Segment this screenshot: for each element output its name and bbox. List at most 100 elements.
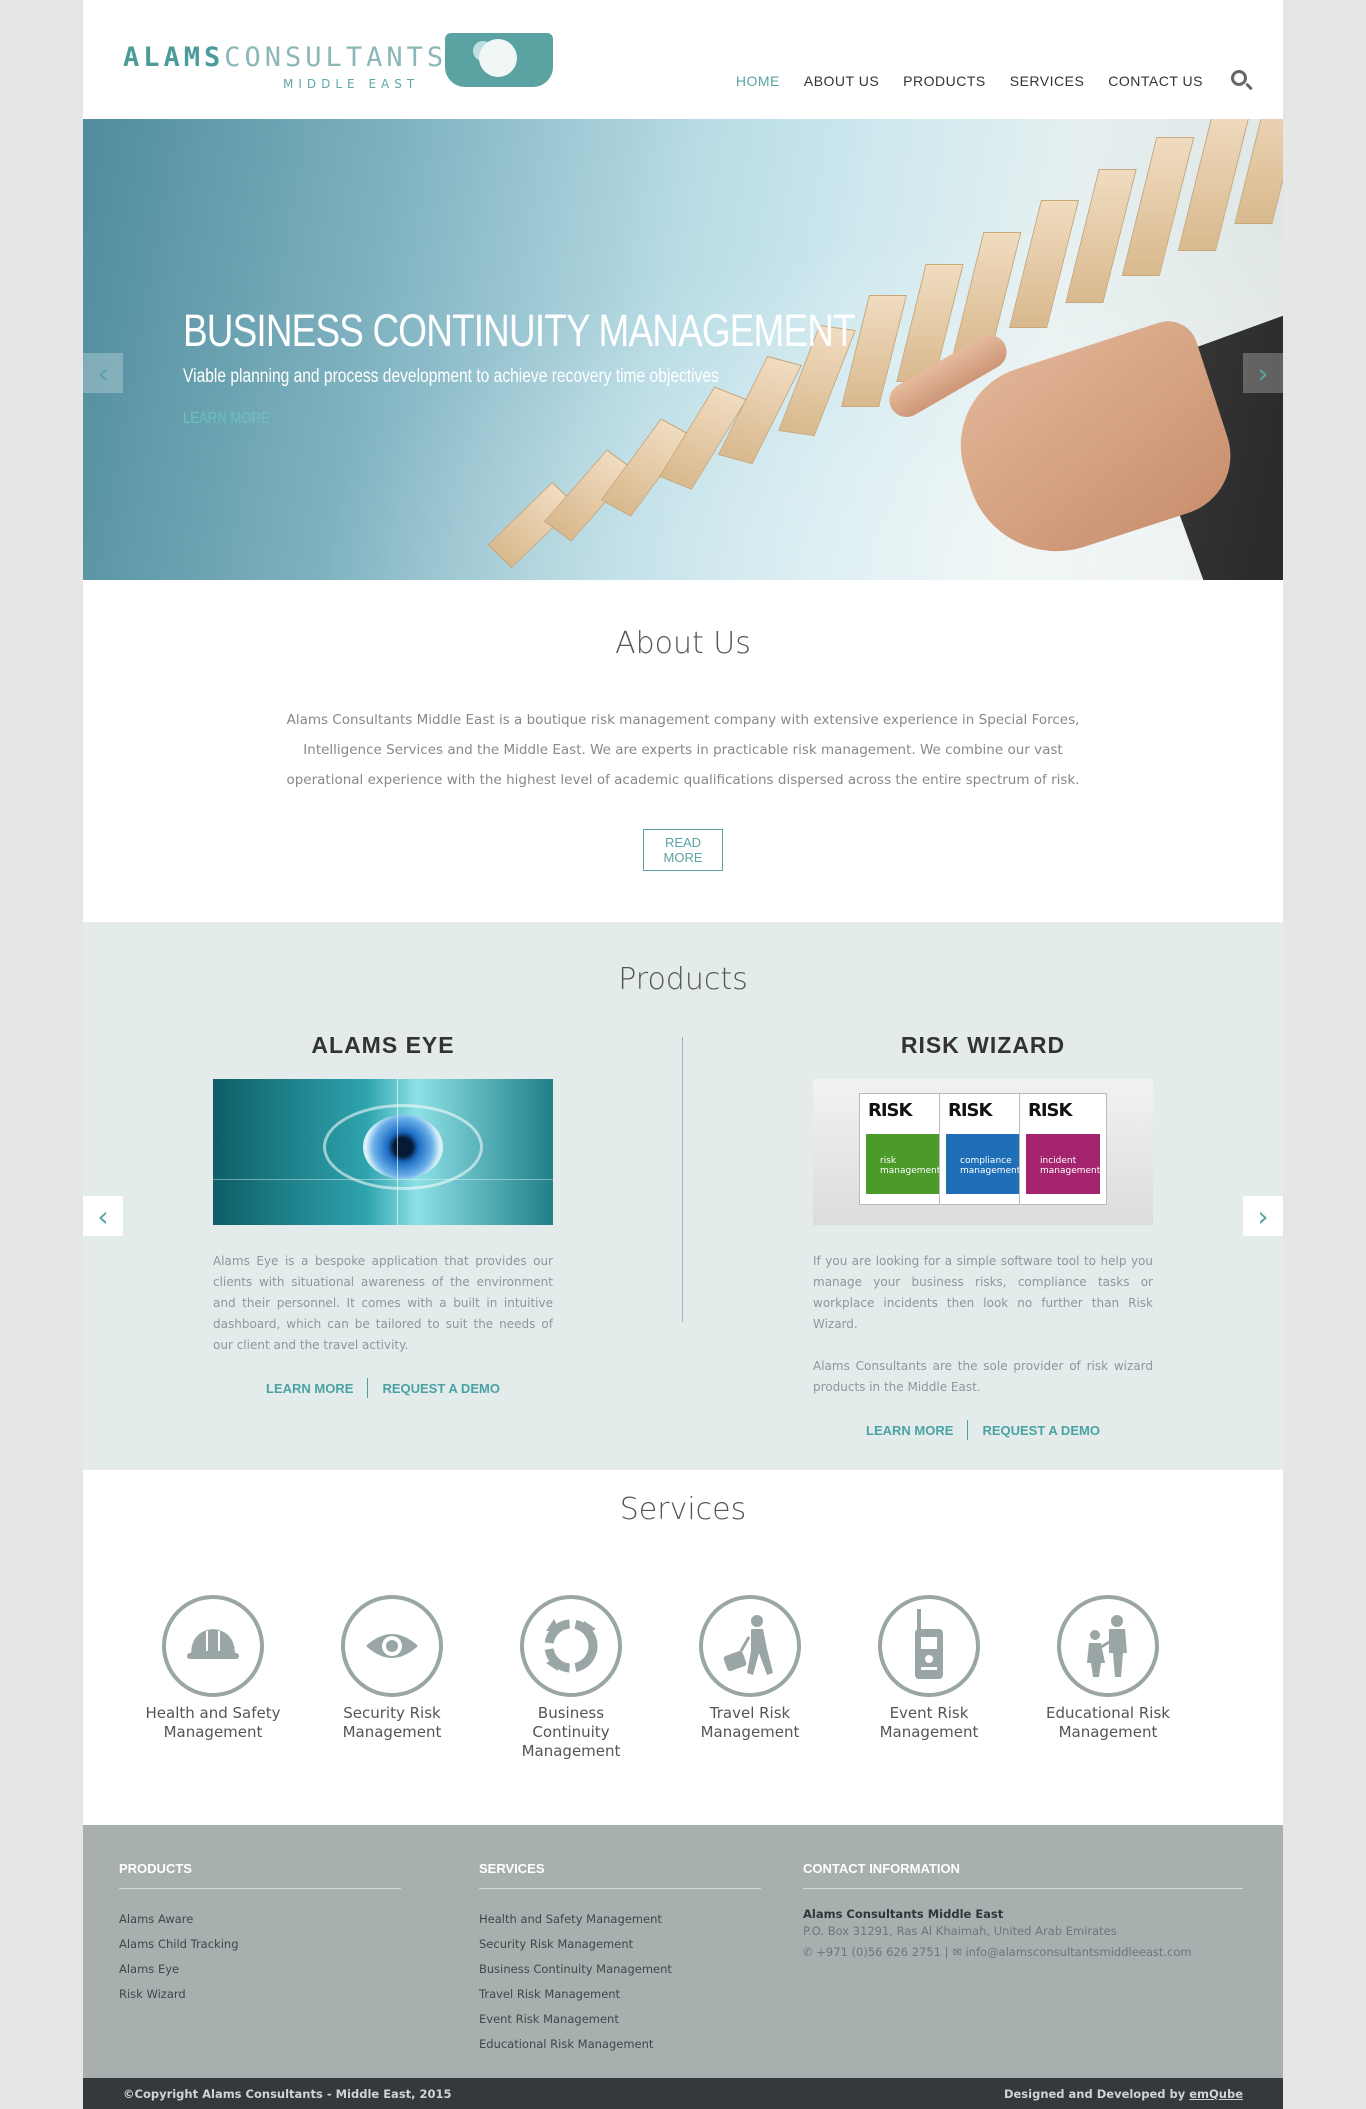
footer-link[interactable]: Health and Safety Management — [479, 1907, 761, 1932]
credit-link[interactable]: emQube — [1189, 2087, 1243, 2101]
bottom-bar: ©Copyright Alams Consultants - Middle Ea… — [83, 2078, 1283, 2109]
alams-eye-image — [213, 1079, 553, 1225]
products-section: Products ALAMS EYE Alams Eye is a bespok… — [83, 922, 1283, 1470]
product-links: LEARN MORE REQUEST A DEMO — [213, 1378, 553, 1398]
service-label: Event Risk Management — [879, 1704, 979, 1741]
footer-link[interactable]: Alams Eye — [119, 1957, 401, 1982]
product-name: ALAMS EYE — [311, 1032, 455, 1058]
footer-products-column: PRODUCTS Alams Aware Alams Child Trackin… — [119, 1861, 401, 2007]
product-description: If you are looking for a simple software… — [813, 1251, 1153, 1398]
about-title: About Us — [615, 626, 751, 661]
risk-wizard-image: RISK risk management RISK compliance man… — [813, 1079, 1153, 1225]
services-title: Services — [619, 1492, 747, 1527]
service-label: Travel Risk Management — [700, 1704, 800, 1741]
footer-link[interactable]: Educational Risk Management — [479, 2032, 761, 2057]
hero-title: BUSINESS CONTINUITY MANAGEMENT — [183, 305, 856, 356]
service-security-risk[interactable]: Security Risk Management — [302, 1595, 482, 1742]
mail-icon: ✉ — [952, 1945, 962, 1959]
footer-link[interactable]: Travel Risk Management — [479, 1982, 761, 2007]
eye-icon — [341, 1595, 443, 1697]
footer-phone[interactable]: +971 (0)56 626 2751 — [816, 1945, 941, 1959]
walkie-talkie-icon — [878, 1595, 980, 1697]
service-business-continuity[interactable]: Business Continuity Management — [481, 1595, 661, 1761]
hero-prev-arrow[interactable]: ‹ — [83, 353, 123, 393]
risk-box: RISK risk management — [859, 1093, 947, 1205]
footer-link[interactable]: Risk Wizard — [119, 1982, 401, 2007]
hero-next-arrow[interactable]: › — [1243, 353, 1283, 393]
service-label: Security Risk Management — [342, 1704, 442, 1741]
products-next-arrow[interactable]: › — [1243, 1196, 1283, 1236]
product-links: LEARN MORE REQUEST A DEMO — [813, 1420, 1153, 1440]
logo-wordmark: ALAMSCONSULTANTS — [123, 42, 448, 73]
products-prev-arrow[interactable]: ‹ — [83, 1196, 123, 1236]
product-paragraph: If you are looking for a simple software… — [813, 1254, 1153, 1331]
footer-contact-heading: CONTACT INFORMATION — [803, 1861, 1243, 1889]
copyright: ©Copyright Alams Consultants - Middle Ea… — [123, 2087, 452, 2101]
read-more-button[interactable]: READ MORE — [643, 829, 723, 871]
learn-more-link[interactable]: LEARN MORE — [852, 1423, 967, 1438]
credit-prefix: Designed and Developed by — [1003, 2087, 1186, 2101]
footer-link[interactable]: Security Risk Management — [479, 1932, 761, 1957]
learn-more-link[interactable]: LEARN MORE — [252, 1381, 367, 1396]
service-label: Health and Safety Management — [145, 1704, 281, 1741]
chevron-left-icon: ‹ — [97, 1199, 109, 1233]
logo[interactable]: ALAMSCONSULTANTS MIDDLE EAST — [123, 33, 553, 93]
services-section: Services Health and Safety Management Sec… — [83, 1470, 1283, 1825]
nav-products[interactable]: PRODUCTS — [903, 73, 986, 89]
request-demo-link[interactable]: REQUEST A DEMO — [368, 1381, 514, 1396]
product-description: Alams Eye is a bespoke application that … — [213, 1251, 553, 1356]
request-demo-link[interactable]: REQUEST A DEMO — [968, 1423, 1114, 1438]
hero-subtitle: Viable planning and process development … — [183, 366, 719, 387]
chevron-right-icon: › — [1257, 356, 1269, 390]
footer-contact-line: ✆ +971 (0)56 626 2751 | ✉ info@alamscons… — [803, 1945, 1192, 1959]
nav-home[interactable]: HOME — [736, 73, 780, 89]
product-paragraph: Alams Eye is a bespoke application that … — [213, 1254, 553, 1352]
product-alams-eye: ALAMS EYE Alams Eye is a bespoke applica… — [213, 1032, 553, 1398]
hero-learn-more-link[interactable]: LEARN MORE — [183, 410, 270, 428]
service-educational-risk[interactable]: Educational Risk Management — [1018, 1595, 1198, 1742]
service-health-safety[interactable]: Health and Safety Management — [123, 1595, 303, 1742]
service-event-risk[interactable]: Event Risk Management — [839, 1595, 1019, 1742]
footer-services-column: SERVICES Health and Safety Management Se… — [479, 1861, 761, 2057]
nav-contact-us[interactable]: CONTACT US — [1108, 73, 1203, 89]
incident-box: RISK incident management — [1019, 1093, 1107, 1205]
product-paragraph: Alams Consultants are the sole provider … — [813, 1359, 1153, 1394]
parent-child-icon — [1057, 1595, 1159, 1697]
product-name: RISK WIZARD — [900, 1032, 1066, 1058]
products-divider — [682, 1037, 683, 1322]
service-label: Educational Risk Management — [1046, 1704, 1170, 1741]
logo-subtitle: MIDDLE EAST — [283, 77, 420, 91]
main-nav: HOME ABOUT US PRODUCTS SERVICES CONTACT … — [712, 66, 1283, 96]
traveler-luggage-icon — [699, 1595, 801, 1697]
credit: Designed and Developed by emQube — [1004, 2087, 1243, 2101]
recycle-arrows-icon — [520, 1595, 622, 1697]
nav-services[interactable]: SERVICES — [1010, 73, 1085, 89]
nav-about-us[interactable]: ABOUT US — [804, 73, 879, 89]
hero-slider: BUSINESS CONTINUITY MANAGEMENT Viable pl… — [83, 119, 1283, 580]
footer-link[interactable]: Business Continuity Management — [479, 1957, 761, 1982]
search-icon[interactable] — [1231, 70, 1253, 92]
about-section: About Us Alams Consultants Middle East i… — [83, 580, 1283, 922]
footer-link[interactable]: Alams Aware — [119, 1907, 401, 1932]
footer-link[interactable]: Event Risk Management — [479, 2007, 761, 2032]
service-travel-risk[interactable]: Travel Risk Management — [660, 1595, 840, 1742]
logo-badge — [445, 33, 553, 87]
footer-products-heading: PRODUCTS — [119, 1861, 401, 1889]
footer-company-name: Alams Consultants Middle East — [803, 1907, 1004, 1921]
page: ALAMSCONSULTANTS MIDDLE EAST HOME ABOUT … — [83, 0, 1283, 2109]
service-label: Business Continuity Management — [521, 1704, 621, 1760]
footer-email[interactable]: info@alamsconsultantsmiddleeast.com — [965, 1945, 1191, 1959]
footer-services-heading: SERVICES — [479, 1861, 761, 1889]
phone-icon: ✆ — [803, 1945, 813, 1959]
site-header: ALAMSCONSULTANTS MIDDLE EAST HOME ABOUT … — [83, 0, 1283, 119]
hard-hat-icon — [162, 1595, 264, 1697]
chevron-right-icon: › — [1257, 1199, 1269, 1233]
compliance-box: RISK compliance management — [939, 1093, 1027, 1205]
product-risk-wizard: RISK WIZARD RISK risk management RISK co… — [813, 1032, 1153, 1440]
footer-link[interactable]: Alams Child Tracking — [119, 1932, 401, 1957]
chevron-left-icon: ‹ — [97, 356, 109, 390]
footer-contact-column: CONTACT INFORMATION Alams Consultants Mi… — [803, 1861, 1243, 1963]
site-footer: PRODUCTS Alams Aware Alams Child Trackin… — [83, 1825, 1283, 2078]
about-text: Alams Consultants Middle East is a bouti… — [286, 712, 1080, 788]
footer-address: P.O. Box 31291, Ras Al Khaimah, United A… — [803, 1924, 1117, 1938]
